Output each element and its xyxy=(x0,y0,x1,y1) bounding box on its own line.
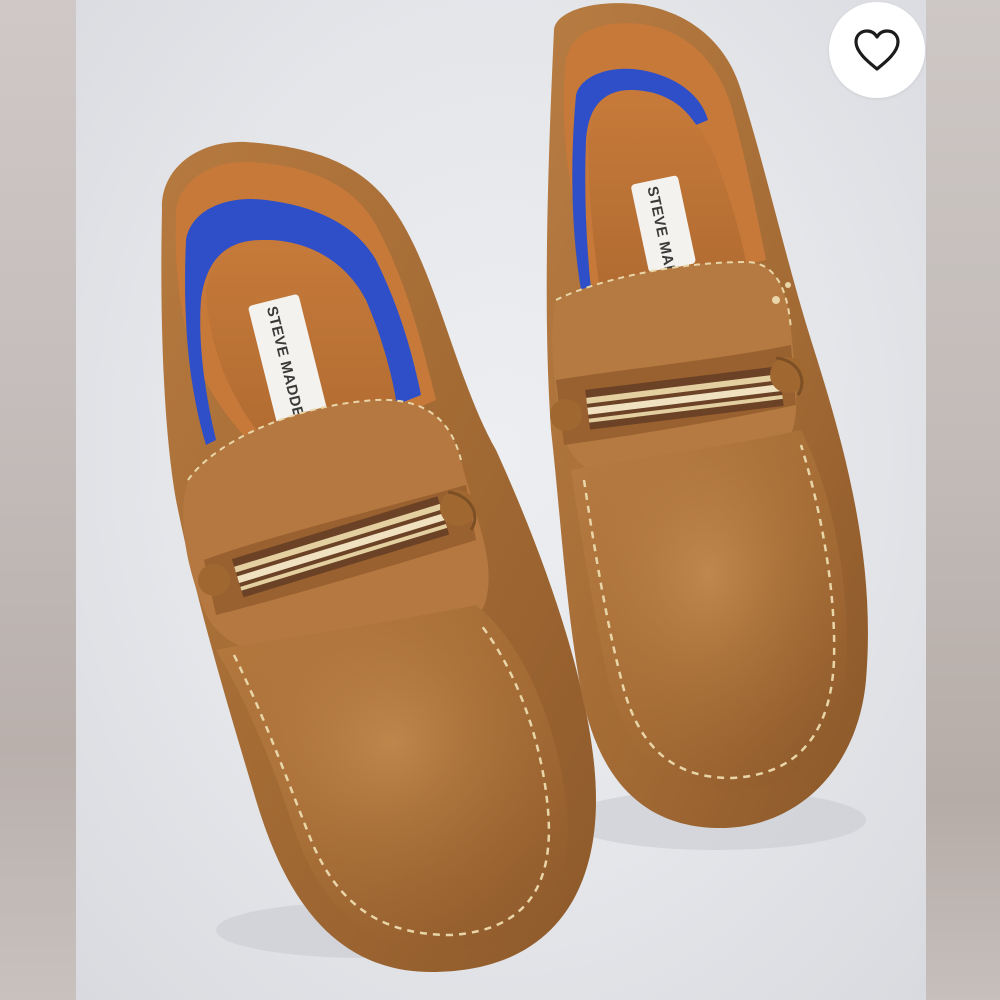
shoe-pair-illustration: STEVE MADDEN STEVE MADDEN xyxy=(161,3,868,973)
blurred-backdrop-right xyxy=(926,0,1000,1000)
heart-outline-icon xyxy=(854,29,900,71)
favorite-button[interactable] xyxy=(829,2,925,98)
right-shoe: STEVE MADDEN xyxy=(546,3,868,829)
blurred-backdrop-left xyxy=(0,0,76,1000)
left-shoe: STEVE MADDEN xyxy=(161,141,596,973)
product-photo: STEVE MADDEN STEVE MADDEN xyxy=(76,0,926,1000)
